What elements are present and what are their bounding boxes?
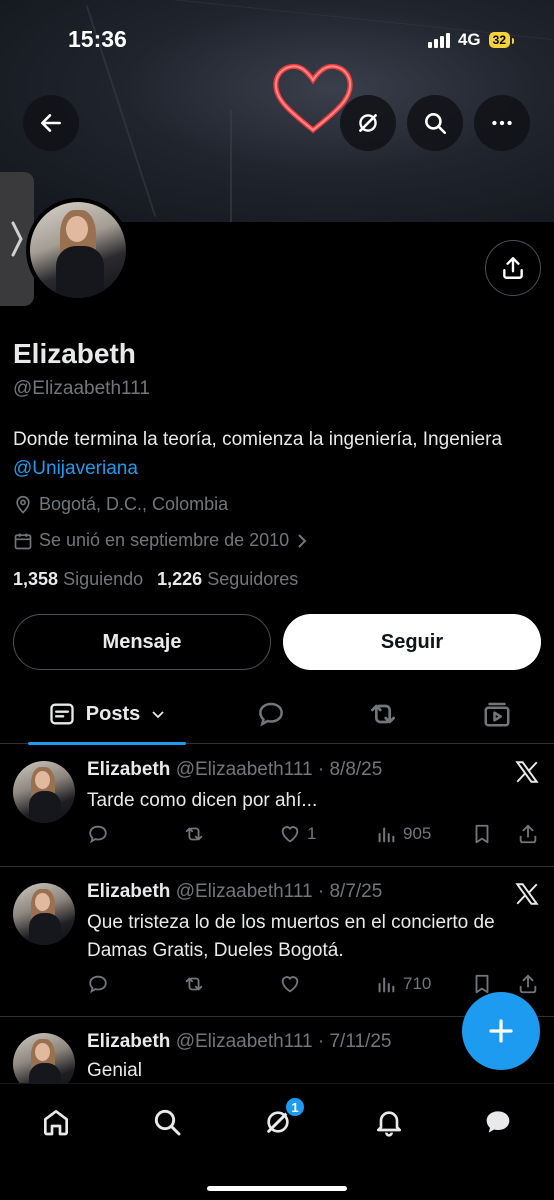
tab-reposts[interactable] (358, 684, 408, 744)
profile-location: Bogotá, D.C., Colombia (13, 494, 228, 515)
more-options-button[interactable] (474, 95, 530, 151)
location-text: Bogotá, D.C., Colombia (39, 494, 229, 514)
post-header: Elizabeth @Elizaabeth111 · 7/11/25 (87, 1031, 392, 1052)
nav-grok[interactable]: 1 (258, 1096, 306, 1142)
bookmark-icon (475, 824, 489, 844)
reply-button[interactable] (87, 823, 115, 845)
search-icon (425, 113, 447, 135)
post-item[interactable]: Elizabeth @Elizaabeth111 · 8/7/25 Que tr… (0, 867, 554, 1017)
tab-posts[interactable]: Posts (28, 684, 186, 745)
repost-icon (185, 827, 203, 841)
bottom-navigation: 1 (0, 1083, 554, 1200)
bell-icon (377, 1111, 401, 1137)
views-button[interactable]: 905 (375, 823, 431, 845)
post-text: Tarde como dicen por ahí... (87, 790, 318, 811)
nav-notifications[interactable] (369, 1102, 409, 1142)
share-post-button[interactable] (517, 973, 539, 995)
like-button[interactable]: 1 (279, 823, 316, 845)
bookmark-button[interactable] (471, 973, 493, 995)
views-icon (378, 977, 395, 993)
profile-avatar[interactable] (26, 198, 130, 302)
x-logo-icon (515, 883, 539, 905)
chevron-right-icon (298, 533, 307, 548)
post-actions: 710 (87, 973, 542, 999)
signal-icon (427, 32, 450, 48)
home-indicator (207, 1186, 347, 1191)
bookmark-icon (475, 974, 489, 994)
profile-handle: @Elizaabeth111 (13, 378, 150, 399)
location-pin-icon (16, 495, 30, 514)
share-icon (519, 974, 537, 994)
post-header: Elizabeth @Elizaabeth111 · 8/8/25 (87, 759, 383, 780)
compose-post-button[interactable] (462, 992, 540, 1070)
status-time: 15:36 (68, 26, 127, 52)
share-icon (503, 257, 523, 279)
share-profile-button[interactable] (485, 240, 541, 296)
post-avatar[interactable] (13, 761, 75, 823)
heart-icon (281, 826, 299, 843)
plus-icon (489, 1019, 513, 1043)
tab-media[interactable] (472, 684, 522, 744)
followers-link[interactable]: 1,226 Seguidores (157, 569, 298, 590)
notification-badge: 1 (284, 1096, 306, 1118)
repost-icon (371, 704, 395, 724)
post-actions: 1 905 (87, 823, 542, 849)
battery-icon: 32 (488, 32, 515, 48)
status-indicators: 4G 32 (427, 30, 515, 50)
heart-icon (281, 976, 299, 993)
following-link[interactable]: 1,358 Siguiendo (13, 569, 143, 590)
views-button[interactable]: 710 (375, 973, 431, 995)
reply-icon (89, 975, 107, 994)
post-text: Que tristeza lo de los muertos en el con… (87, 912, 495, 961)
home-icon (44, 1110, 68, 1136)
profile-name: Elizabeth (13, 338, 136, 369)
bookmark-button[interactable] (471, 823, 493, 845)
chevron-down-icon (152, 711, 164, 719)
message-button[interactable]: Mensaje (13, 614, 271, 670)
post-text: Genial (87, 1060, 142, 1081)
bio-mention-link[interactable]: @Unijaveriana (13, 458, 138, 479)
repost-button[interactable] (183, 973, 211, 995)
nav-search[interactable] (147, 1102, 187, 1142)
arrow-left-icon (41, 114, 61, 132)
like-button[interactable] (279, 973, 307, 995)
network-type: 4G (457, 30, 481, 49)
share-icon (519, 824, 537, 844)
back-button[interactable] (23, 95, 79, 151)
reply-icon (89, 825, 107, 844)
follow-stats: 1,358 Siguiendo 1,226 Seguidores (13, 569, 298, 590)
more-icon (492, 120, 512, 126)
chevron-right-icon (11, 221, 23, 257)
post-avatar[interactable] (13, 1033, 75, 1083)
profile-joined[interactable]: Se unió en septiembre de 2010 (13, 530, 309, 551)
tab-replies[interactable] (246, 684, 296, 744)
search-button[interactable] (407, 95, 463, 151)
post-item[interactable]: Elizabeth @Elizaabeth111 · 8/8/25 Tarde … (0, 745, 554, 867)
profile-bio: Donde termina la teoría, comienza la ing… (13, 425, 533, 483)
messages-icon (486, 1111, 510, 1133)
calendar-icon (14, 533, 32, 549)
posts-icon (50, 703, 74, 725)
profile-tabs: Posts (0, 684, 554, 745)
tab-posts-label: Posts (85, 702, 141, 725)
post-avatar[interactable] (13, 883, 75, 945)
repost-icon (185, 977, 203, 991)
x-logo-icon (515, 761, 539, 783)
repost-button[interactable] (183, 823, 211, 845)
post-header: Elizabeth @Elizaabeth111 · 8/7/25 (87, 881, 383, 902)
grok-button[interactable] (340, 95, 396, 151)
grok-icon (359, 114, 377, 132)
share-post-button[interactable] (517, 823, 539, 845)
nav-messages[interactable] (478, 1102, 518, 1142)
follow-button[interactable]: Seguir (283, 614, 541, 670)
views-icon (378, 827, 395, 843)
speech-bubble-icon (259, 702, 283, 727)
nav-home[interactable] (36, 1102, 76, 1142)
reply-button[interactable] (87, 973, 115, 995)
joined-text: Se unió en septiembre de 2010 (39, 530, 290, 550)
bio-text: Donde termina la teoría, comienza la ing… (13, 429, 503, 450)
search-icon (154, 1109, 181, 1136)
media-icon (484, 702, 510, 727)
